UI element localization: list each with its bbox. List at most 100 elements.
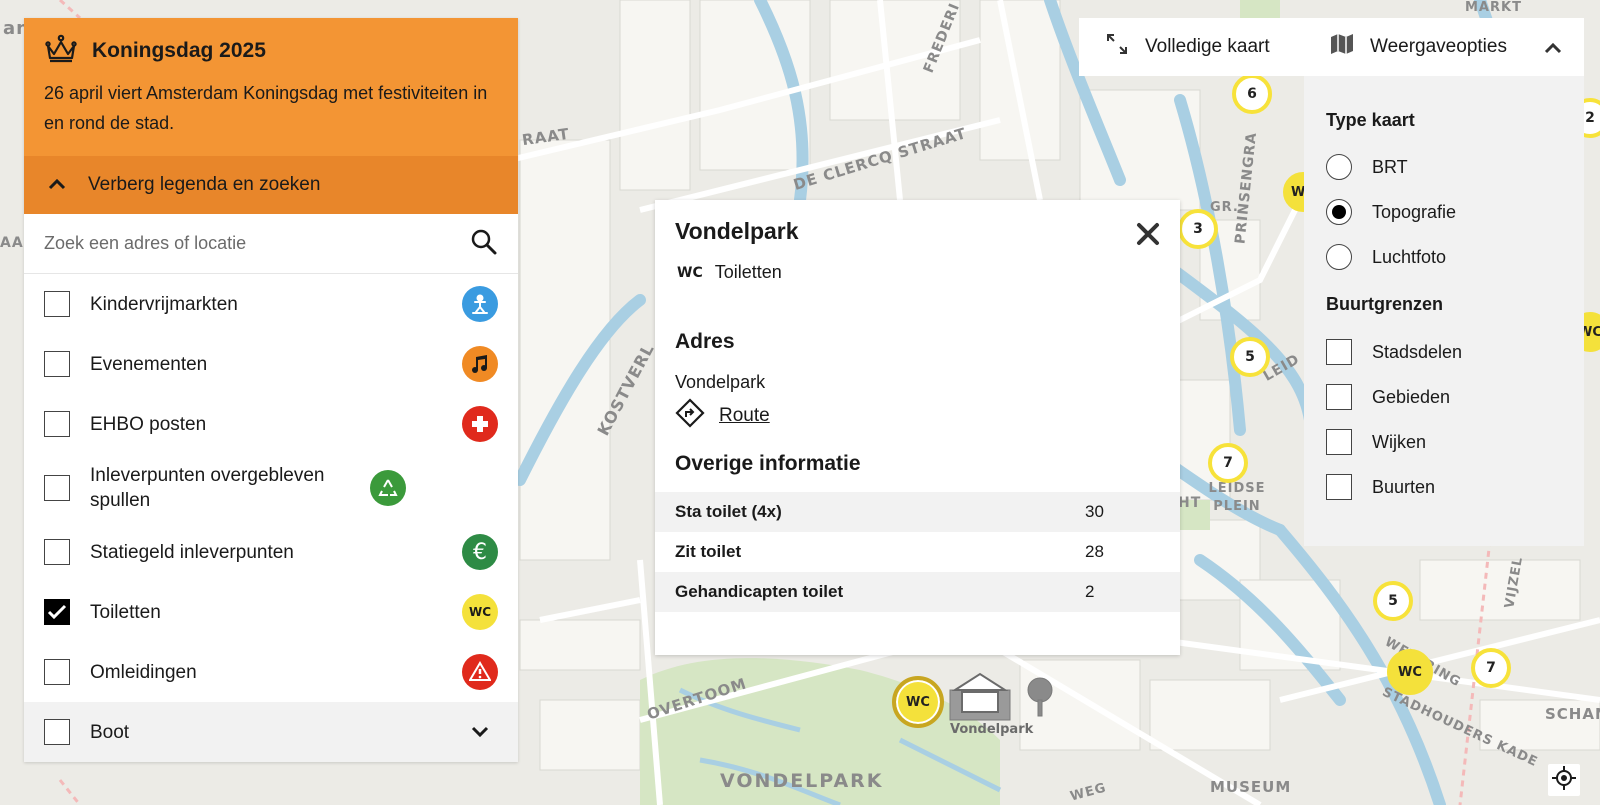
hide-legend-toggle[interactable]: Verberg legenda en zoeken [24,156,518,214]
checkbox-label: Buurten [1372,476,1436,497]
search-icon[interactable] [470,228,498,260]
map-type-heading: Type kaart [1326,110,1415,130]
popup-title: Vondelpark [675,218,799,244]
legend-panel: Koningsdag 2025 26 april viert Amsterdam… [24,18,518,762]
warning-icon [462,654,498,690]
border-stadsdelen[interactable]: Stadsdelen [1326,339,1462,365]
legend-item-kindervrijmarkten[interactable]: Kindervrijmarkten [24,274,518,334]
checkbox[interactable] [44,291,70,317]
popup-type-label: Toiletten [714,262,782,282]
legend-label: EHBO posten [90,413,207,435]
info-value: 2 [1085,572,1180,612]
legend-item-omleidingen[interactable]: Omleidingen [24,642,518,702]
legend-item-evenementen[interactable]: Evenementen [24,334,518,394]
checkbox-label: Wijken [1372,431,1427,452]
checkbox[interactable] [44,539,70,565]
info-value: 30 [1085,492,1180,532]
first-aid-icon [462,406,498,442]
checkbox[interactable] [1326,384,1352,410]
legend-item-inleverpunten[interactable]: Inleverpunten overgebleven spullen [24,454,518,522]
euro-icon: € [462,534,498,570]
route-link[interactable]: Route [675,398,770,434]
cluster-marker[interactable]: 5 [1373,581,1413,621]
checkbox[interactable] [1326,429,1352,455]
wc-icon: WC [677,264,703,281]
route-label[interactable]: Route [719,405,770,427]
wc-marker-selected[interactable]: WC [892,676,944,728]
route-icon [675,398,705,434]
legend-label: Toiletten [90,601,161,623]
map-type-topografie[interactable]: Topografie [1326,199,1456,225]
display-options-panel: Weergaveopties Type kaart BRT Topografie… [1304,18,1584,546]
crown-icon [44,34,78,68]
map-type-brt[interactable]: BRT [1326,154,1408,180]
border-buurten[interactable]: Buurten [1326,474,1435,500]
info-value: 28 [1085,542,1104,561]
expand-icon [1105,32,1129,62]
checkbox[interactable] [44,659,70,685]
search-input[interactable] [44,233,470,254]
wc-marker[interactable]: WC [1387,649,1433,695]
cluster-marker[interactable]: 5 [1230,337,1270,377]
display-options-toggle[interactable]: Weergaveopties [1304,18,1584,76]
checkbox[interactable] [1326,339,1352,365]
radio-button[interactable] [1326,244,1352,270]
address-heading: Adres [675,330,735,353]
fullmap-button[interactable]: Volledige kaart [1079,18,1304,76]
banner-text: 26 april viert Amsterdam Koningsdag met … [44,83,488,133]
legend-label: Evenementen [90,353,208,375]
chevron-down-icon[interactable] [462,726,498,738]
close-icon[interactable] [1134,220,1162,248]
checkbox[interactable] [44,351,70,377]
radio-button[interactable] [1326,154,1352,180]
cluster-marker[interactable]: 3 [1178,209,1218,249]
checkbox[interactable] [44,411,70,437]
legend-item-ehbo[interactable]: EHBO posten [24,394,518,454]
chevron-up-icon [48,174,66,196]
checkbox[interactable] [1326,474,1352,500]
cluster-marker[interactable]: 7 [1471,648,1511,688]
border-wijken[interactable]: Wijken [1326,429,1426,455]
table-row: Gehandicapten toilet 2 [655,572,1180,612]
street-label: HT [1178,495,1202,511]
borders-heading: Buurtgrenzen [1326,294,1443,314]
legend-item-toiletten[interactable]: Toiletten WC [24,582,518,642]
radio-button-selected[interactable] [1326,199,1352,225]
legend-label: Kindervrijmarkten [90,293,238,315]
table-row: Sta toilet (4x) 30 [655,492,1180,532]
checkbox[interactable] [44,475,70,501]
locate-me-button[interactable] [1548,764,1580,796]
info-key: Sta toilet (4x) [655,492,1085,532]
legend-label: Statiegeld inleverpunten [90,541,294,563]
banner-title: Koningsdag 2025 [92,39,266,62]
address-text: Vondelpark [675,372,766,392]
street-label: AA [0,235,24,251]
checkmark-icon [47,604,67,620]
legend-item-statiegeld[interactable]: Statiegeld inleverpunten € [24,522,518,582]
checkbox-checked[interactable] [44,599,70,625]
table-row: Zit toilet 28 [655,532,1180,572]
radio-label: Topografie [1372,201,1457,222]
street-label: GR. [1210,200,1239,215]
fullmap-label: Volledige kaart [1145,36,1270,57]
chevron-up-icon [1544,38,1562,60]
toggle-label: Verberg legenda en zoeken [88,174,321,195]
street-label: LEIDSE PLEIN [1208,481,1266,514]
park-label: Vondelpark [950,722,1034,737]
legend-item-boot[interactable]: Boot [24,702,518,762]
popup-type: WC Toiletten [677,262,782,283]
info-table: Sta toilet (4x) 30 Zit toilet 28 Gehandi… [655,492,1180,612]
map-type-luchtfoto[interactable]: Luchtfoto [1326,244,1446,270]
location-popup: Vondelpark WC Toiletten Adres Vondelpark… [655,200,1180,655]
map-icon [1330,33,1354,61]
cluster-marker[interactable]: 6 [1232,74,1272,114]
info-key: Gehandicapten toilet [655,572,1085,612]
cluster-marker[interactable]: 7 [1208,443,1248,483]
recycle-icon [370,470,406,506]
legend-list: Kindervrijmarkten Evenementen EHBO poste… [24,274,518,762]
radio-label: Luchtfoto [1372,246,1447,267]
checkbox[interactable] [44,719,70,745]
checkbox-label: Gebieden [1372,386,1451,407]
koningsdag-banner: Koningsdag 2025 26 april viert Amsterdam… [24,18,518,156]
border-gebieden[interactable]: Gebieden [1326,384,1450,410]
